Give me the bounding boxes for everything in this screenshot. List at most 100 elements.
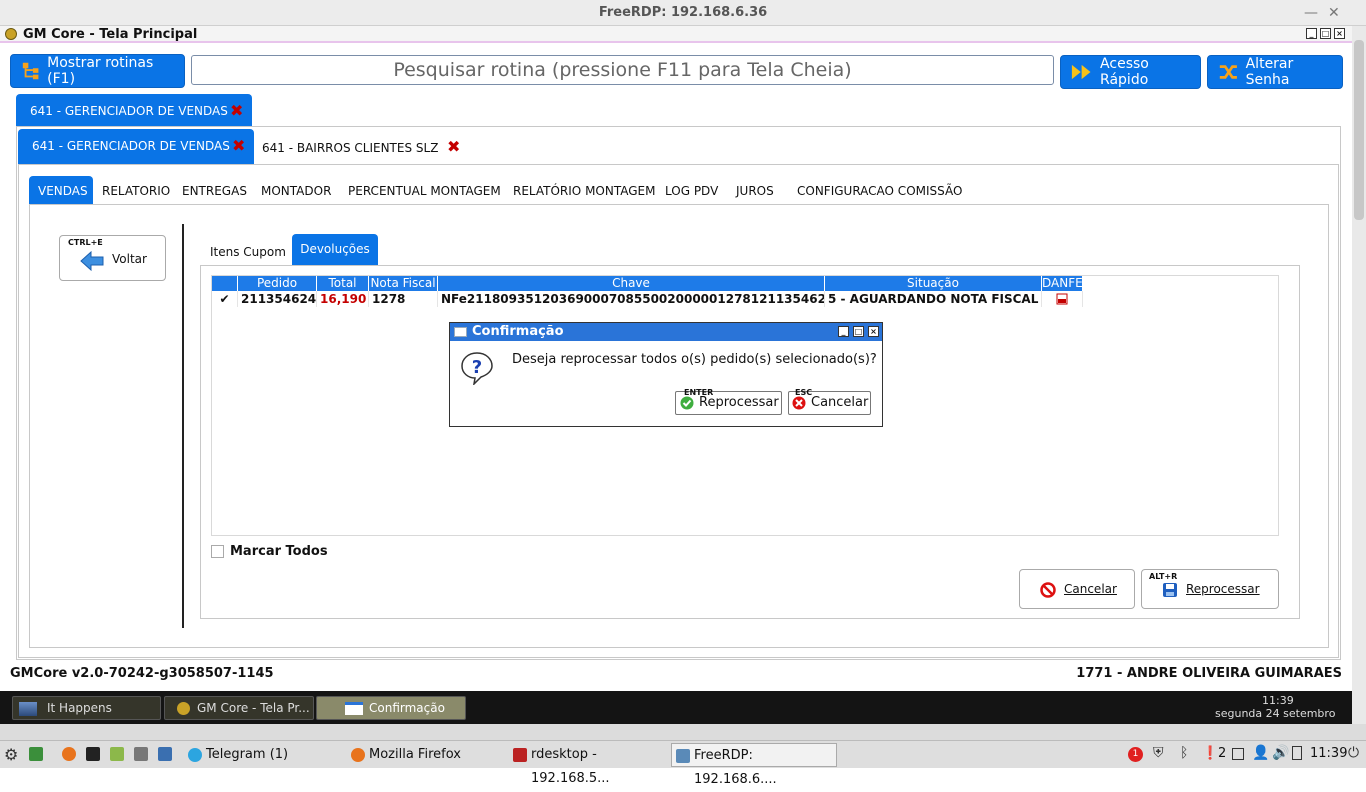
column-header-total[interactable]: Total	[317, 276, 369, 291]
reprocess-button[interactable]: ALT+R Reprocessar	[1141, 569, 1279, 609]
quick-access-button[interactable]: Acesso Rápido	[1060, 55, 1201, 89]
tab-gerenciador-vendas-outer[interactable]: 641 - GERENCIADOR DE VENDAS ✖	[16, 94, 252, 126]
tab-entregas[interactable]: ENTREGAS	[173, 176, 256, 206]
quick-access-label: Acesso Rápido	[1100, 56, 1149, 88]
camera-icon[interactable]	[134, 747, 148, 761]
reprocess-label: Reprocessar	[1186, 582, 1260, 596]
volume-icon[interactable]: 🔊	[1272, 745, 1289, 761]
cell-pedido: 211354624	[238, 291, 317, 307]
dialog-cancel-button[interactable]: ESC Cancelar	[788, 388, 871, 415]
tab-log-pdv[interactable]: LOG PDV	[656, 176, 728, 206]
remote-clock-date: segunda 24 setembro	[1215, 707, 1336, 720]
pdf-icon[interactable]	[1056, 293, 1068, 305]
notification-badge[interactable]: 1	[1128, 747, 1143, 762]
cell-chave: NFe2118093512036900070855002000001278121…	[438, 291, 825, 307]
host-taskbar: ⚙ Telegram (1) Mozilla Firefox rdesktop …	[0, 740, 1366, 787]
task-label: Confirmação	[369, 701, 445, 715]
select-all-label[interactable]: Marcar Todos	[230, 544, 328, 559]
alert-icon[interactable]: ❗	[1202, 746, 1218, 761]
column-header-chave[interactable]: Chave	[438, 276, 825, 291]
tab-vendas[interactable]: VENDAS	[29, 176, 93, 206]
task-gm-core[interactable]: GM Core - Tela Pr...	[164, 696, 314, 720]
tab-configuracao-comissao[interactable]: CONFIGURACAO COMISSÃO	[788, 176, 972, 206]
remote-clock-time: 11:39	[1262, 694, 1294, 707]
tab-percentual-montagem[interactable]: PERCENTUAL MONTAGEM	[339, 176, 510, 206]
maximize-icon[interactable]: □	[1320, 28, 1331, 39]
firefox-icon[interactable]	[62, 747, 76, 761]
row-checkbox[interactable]: ✔	[212, 291, 238, 307]
battery-icon[interactable]	[1292, 746, 1302, 760]
close-icon[interactable]: ×	[1334, 28, 1345, 39]
terminal-icon[interactable]	[86, 747, 100, 761]
change-password-button[interactable]: Alterar Senha	[1207, 55, 1343, 89]
back-button[interactable]: CTRL+E Voltar	[59, 235, 166, 281]
task-label: It Happens	[47, 701, 112, 715]
app-logo-icon	[5, 28, 17, 40]
maximize-icon[interactable]: □	[853, 326, 864, 337]
save-icon	[1163, 583, 1177, 597]
tab-juros[interactable]: JUROS	[727, 176, 783, 206]
minimize-icon[interactable]: —	[1304, 0, 1318, 26]
column-header-nota-fiscal[interactable]: Nota Fiscal	[369, 276, 438, 291]
tab-bairros-clientes[interactable]: 641 - BAIRROS CLIENTES SLZ ✖	[262, 134, 472, 162]
tab-montador[interactable]: MONTADOR	[252, 176, 341, 206]
close-icon[interactable]: ×	[868, 326, 879, 337]
cancel-label: Cancelar	[1064, 582, 1117, 596]
image-icon	[19, 702, 37, 716]
scrollbar-thumb[interactable]	[1354, 40, 1364, 220]
task-it-happens[interactable]: It Happens	[12, 696, 161, 720]
tab-itens-cupom[interactable]: Itens Cupom	[210, 244, 286, 260]
folder-icon[interactable]	[110, 747, 124, 761]
tab-label: 641 - BAIRROS CLIENTES SLZ	[262, 141, 439, 155]
clipboard-icon[interactable]	[1232, 748, 1244, 760]
task-rdesktop[interactable]: rdesktop - 192.168.5...	[509, 743, 667, 786]
task-firefox[interactable]: Mozilla Firefox	[347, 743, 505, 767]
close-icon[interactable]: ✕	[1328, 0, 1340, 26]
select-all-checkbox[interactable]	[211, 545, 224, 558]
window-scrollbar[interactable]	[1352, 26, 1366, 724]
bluetooth-icon[interactable]: ᛒ	[1180, 745, 1188, 761]
tab-gerenciador-vendas-inner[interactable]: 641 - GERENCIADOR DE VENDAS ✖	[18, 129, 254, 165]
task-freerdp[interactable]: FreeRDP: 192.168.6....	[671, 743, 837, 787]
show-routines-button[interactable]: Mostrar rotinas (F1)	[10, 54, 185, 88]
cancel-button[interactable]: Cancelar	[1019, 569, 1135, 609]
task-telegram[interactable]: Telegram (1)	[184, 743, 342, 767]
settings-gear-icon[interactable]: ⚙	[4, 745, 18, 764]
minimize-icon[interactable]: _	[838, 326, 849, 337]
desktop-icon[interactable]	[29, 747, 43, 761]
arrow-left-icon	[80, 250, 104, 272]
window-title: GM Core - Tela Principal	[23, 27, 198, 42]
column-header-situacao[interactable]: Situação	[825, 276, 1042, 291]
shield-icon[interactable]: ⛨	[1153, 745, 1164, 761]
dialog-reprocess-button[interactable]: ENTER Reprocessar	[675, 388, 782, 415]
tab-devolucoes[interactable]: Devoluções	[292, 234, 378, 265]
routine-search-input[interactable]: Pesquisar rotina (pressione F11 para Tel…	[191, 55, 1054, 85]
tab-relatorio-montagem[interactable]: RELATÓRIO MONTAGEM	[504, 176, 665, 206]
column-header-pedido[interactable]: Pedido	[238, 276, 317, 291]
user-text: 1771 - ANDRE OLIVEIRA GUIMARAES	[1076, 666, 1342, 681]
close-tab-icon[interactable]: ✖	[232, 129, 245, 163]
block-icon	[1040, 582, 1056, 598]
column-header-check	[212, 276, 238, 291]
app-logo-icon	[177, 702, 190, 715]
firefox-icon	[351, 748, 365, 762]
column-header-danfe[interactable]: DANFE	[1042, 276, 1083, 291]
dialog-titlebar[interactable]: Confirmação _ □ ×	[450, 323, 882, 341]
close-tab-icon[interactable]: ✖	[230, 94, 243, 128]
power-icon[interactable]: ⏻	[1348, 745, 1359, 761]
task-confirmacao[interactable]: Confirmação	[316, 696, 466, 720]
task-label: Mozilla Firefox	[369, 747, 461, 762]
dialog-cancel-label: Cancelar	[811, 395, 869, 410]
dialog-reprocess-label: Reprocessar	[699, 395, 779, 410]
minimize-icon[interactable]: _	[1306, 28, 1317, 39]
user-icon[interactable]: 👤	[1252, 745, 1269, 761]
dialog-message: Deseja reprocessar todos o(s) pedido(s) …	[512, 352, 877, 367]
tray-count: 2	[1218, 746, 1227, 761]
show-routines-label: Mostrar rotinas (F1)	[47, 55, 154, 87]
confirmation-dialog: Confirmação _ □ × ? Deseja reprocessar t…	[449, 322, 883, 427]
screen-icon[interactable]	[158, 747, 172, 761]
routines-tree-icon	[22, 62, 39, 80]
close-tab-icon[interactable]: ✖	[447, 134, 460, 160]
tab-relatorio[interactable]: RELATORIO	[93, 176, 180, 206]
cell-danfe[interactable]	[1042, 291, 1083, 307]
